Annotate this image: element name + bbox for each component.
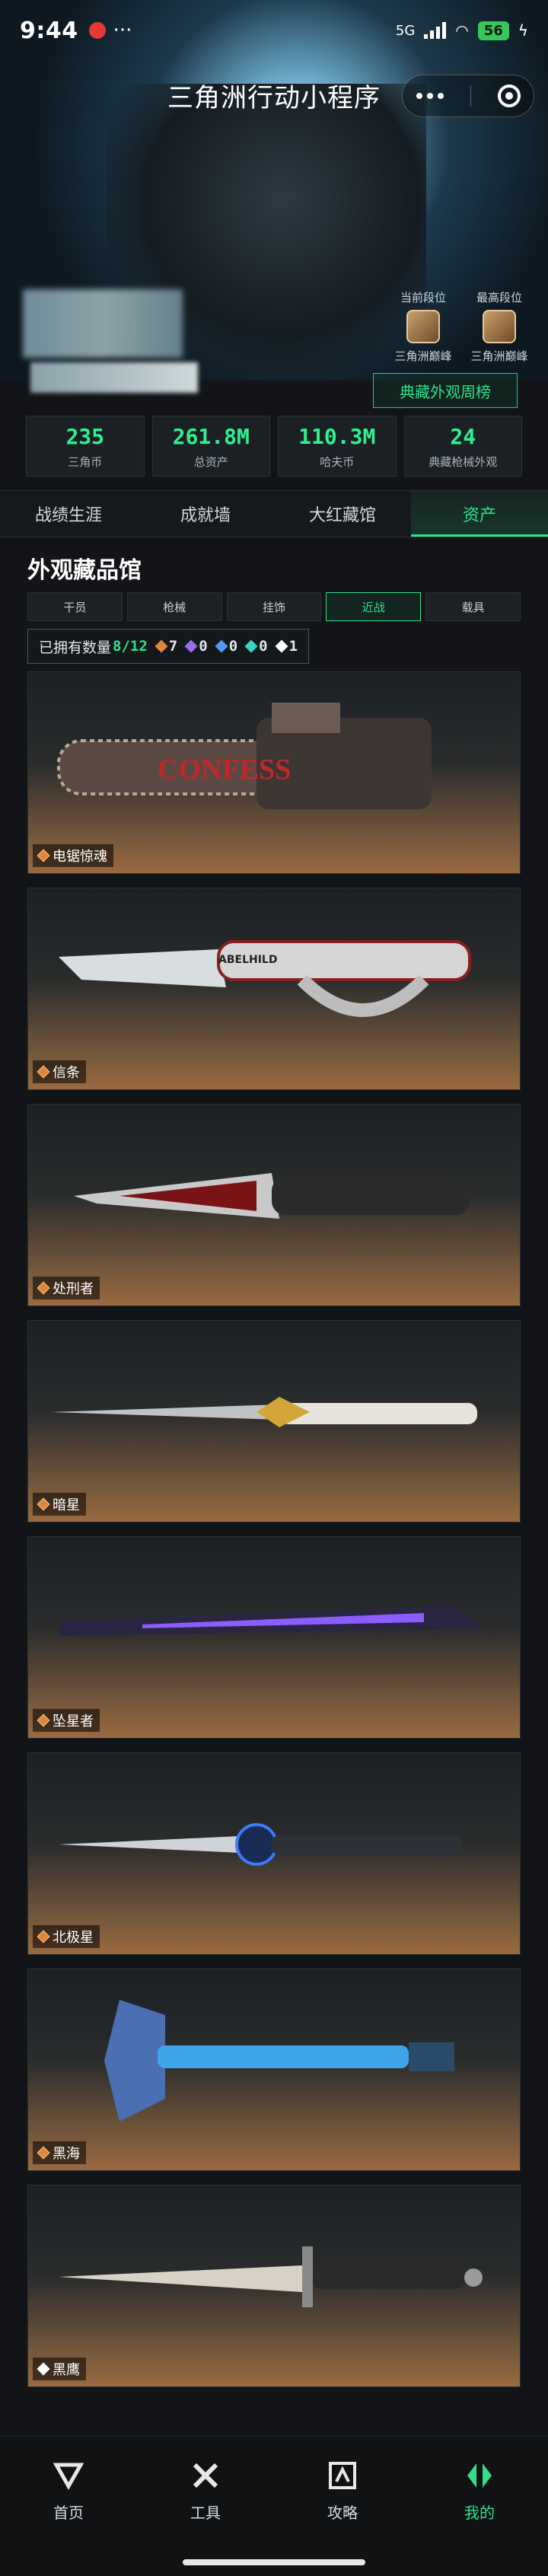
tab-achievements[interactable]: 成就墙	[137, 491, 274, 537]
owned-count-bar: 已拥有数量 8/12 7 0 0 0 1	[27, 629, 310, 664]
bottom-navigation: 首页 工具 攻略 我的	[0, 2436, 548, 2576]
item-card-black-sea[interactable]: 黑海	[27, 1969, 521, 2171]
nav-guide[interactable]: 攻略	[274, 2437, 411, 2543]
item-label: 坠星者	[33, 1709, 100, 1732]
app-header: 三角洲行动小程序	[0, 61, 548, 129]
signal-icon	[424, 22, 447, 39]
asset-stats: 235 三角币 261.8M 总资产 110.3M 哈夫币 24 典藏枪械外观	[26, 416, 522, 477]
item-card-star-faller[interactable]: 坠星者	[27, 1536, 521, 1739]
network-label: 5G	[395, 22, 416, 39]
rarity-orange-icon	[37, 849, 50, 862]
highest-rank-title: 最高段位	[476, 291, 522, 304]
current-rank-title: 当前段位	[400, 291, 446, 304]
item-card-combat-knife[interactable]: 处刑者	[27, 1104, 521, 1306]
rarity-orange-icon	[37, 2146, 50, 2160]
filter-vehicles[interactable]: 载具	[425, 592, 521, 621]
main-tabs: 战绩生涯 成就墙 大红藏馆 资产	[0, 490, 548, 537]
rarity-orange-icon	[37, 1065, 50, 1079]
item-card-dark-star[interactable]: 暗星	[27, 1320, 521, 1522]
tab-career[interactable]: 战绩生涯	[0, 491, 137, 537]
rarity-orange-count: 7	[155, 638, 177, 655]
rarity-blue-count: 0	[215, 638, 237, 655]
stat-delta-coin: 235 三角币	[26, 416, 145, 477]
filter-operators[interactable]: 干员	[27, 592, 123, 621]
knuckle-knife-icon: ABELHILD	[59, 940, 471, 1017]
clock: 9:44	[20, 17, 78, 44]
close-miniprogram-icon[interactable]	[497, 84, 521, 107]
tomahawk-icon	[104, 2000, 454, 2122]
nav-home[interactable]: 首页	[0, 2437, 137, 2543]
rank-badges: 当前段位 三角洲巅峰 最高段位 三角洲巅峰	[393, 289, 530, 364]
nav-profile[interactable]: 我的	[411, 2437, 548, 2543]
highest-rank-name: 三角洲巅峰	[470, 349, 528, 363]
home-indicator	[183, 2559, 365, 2565]
profile-summary: 典藏外观周榜 235 三角币 261.8M 总资产 110.3M 哈夫币 24 典藏枪械…	[0, 362, 548, 487]
svg-text:CONFESS: CONFESS	[158, 754, 291, 786]
item-label: 黑海	[33, 2141, 86, 2164]
stat-total-assets: 261.8M 总资产	[151, 416, 270, 477]
rarity-white-icon	[37, 2362, 50, 2376]
guide-icon	[325, 2458, 360, 2493]
status-bar: 9:44 ··· 5G ◠ 56 ϟ	[0, 0, 548, 61]
item-card-chainsaw[interactable]: CONFESS 电锯惊魂	[27, 671, 521, 874]
highest-rank: 最高段位 三角洲巅峰	[469, 289, 530, 364]
purple-blade-icon	[59, 1605, 485, 1636]
more-menu-icon[interactable]	[416, 93, 444, 99]
more-notifications-icon: ···	[113, 19, 132, 42]
item-label: 电锯惊魂	[33, 844, 113, 867]
current-rank: 当前段位 三角洲巅峰	[393, 289, 454, 364]
blue-dagger-icon	[59, 1823, 462, 1866]
rarity-orange-icon	[37, 1281, 50, 1295]
rarity-cyan-count: 0	[244, 638, 268, 655]
player-name-blurred	[30, 362, 198, 393]
stat-collection-skins: 24 典藏枪械外观	[403, 416, 522, 477]
item-card-north-star[interactable]: 北极星	[27, 1752, 521, 1955]
rarity-purple-count: 0	[184, 638, 208, 655]
rarity-orange-icon	[37, 1497, 50, 1511]
rarity-white-count: 1	[275, 638, 298, 655]
item-label: 黑鹰	[33, 2358, 86, 2380]
battery-icon: 56	[477, 21, 509, 40]
weekly-collection-ranking-button[interactable]: 典藏外观周榜	[373, 373, 518, 408]
combat-knife-icon	[74, 1173, 470, 1219]
tab-red-collection[interactable]: 大红藏馆	[274, 491, 411, 537]
filter-charms[interactable]: 挂饰	[226, 592, 322, 621]
current-rank-name: 三角洲巅峰	[394, 349, 452, 363]
profile-logo-icon	[462, 2458, 497, 2493]
rarity-orange-icon	[37, 1714, 50, 1727]
item-label: 信条	[33, 1060, 86, 1083]
category-filters: 干员 枪械 挂饰 近战 载具	[27, 592, 521, 621]
blurred-avatar	[23, 289, 183, 358]
item-label: 暗星	[33, 1493, 86, 1516]
rarity-orange-icon	[37, 1930, 50, 1943]
wifi-icon: ◠	[455, 21, 469, 40]
svg-text:ABELHILD: ABELHILD	[218, 954, 277, 966]
charging-icon: ϟ	[518, 21, 528, 40]
item-label: 北极星	[33, 1925, 100, 1948]
owned-label: 已拥有数量	[39, 639, 112, 656]
bayonet-icon	[59, 2246, 483, 2307]
miniprogram-capsule[interactable]	[402, 75, 534, 117]
item-card-black-hawk[interactable]: 黑鹰	[27, 2185, 521, 2387]
notification-icon	[88, 22, 106, 39]
tab-assets[interactable]: 资产	[411, 491, 548, 537]
filter-melee[interactable]: 近战	[326, 592, 422, 621]
owned-count: 8/12	[113, 638, 148, 655]
item-card-knuckle-knife[interactable]: ABELHILD 信条	[27, 888, 521, 1090]
tools-icon	[188, 2458, 223, 2493]
page-title: 三角洲行动小程序	[167, 82, 381, 113]
golden-dagger-icon	[51, 1397, 477, 1427]
item-label: 处刑者	[33, 1277, 100, 1299]
section-title: 外观藏品馆	[27, 557, 142, 584]
nav-tools[interactable]: 工具	[137, 2437, 274, 2543]
filter-guns[interactable]: 枪械	[126, 592, 222, 621]
home-logo-icon	[51, 2458, 86, 2493]
rank-medal-icon	[406, 310, 440, 343]
stat-haf-coin: 110.3M 哈夫币	[278, 416, 397, 477]
rank-medal-icon	[483, 310, 516, 343]
